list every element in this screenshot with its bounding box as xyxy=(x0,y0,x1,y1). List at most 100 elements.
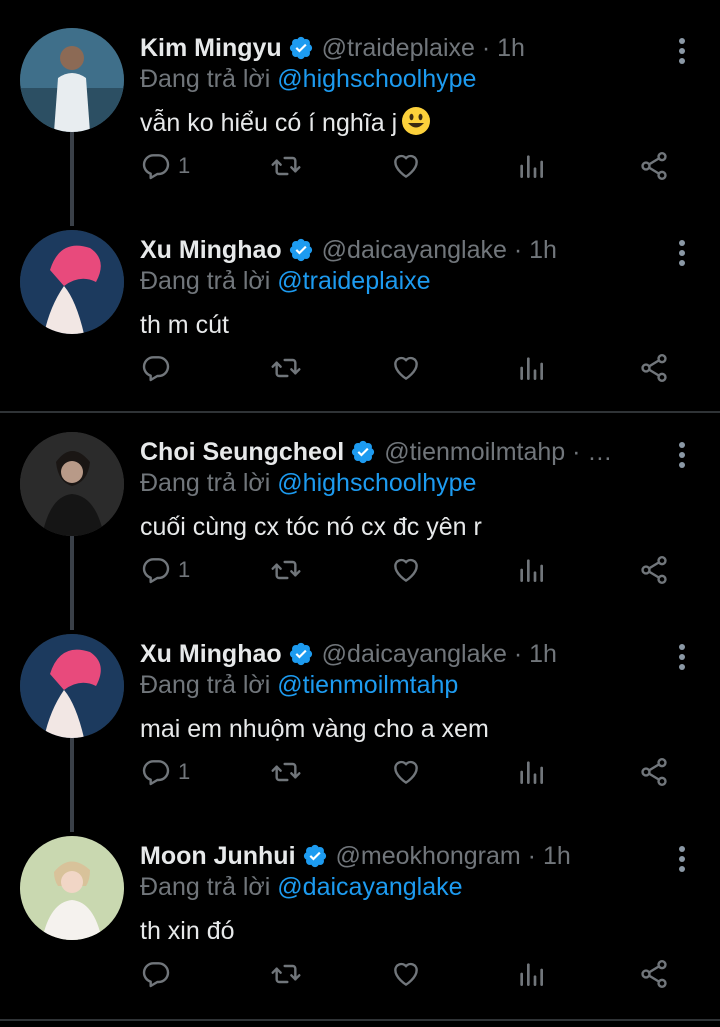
user-handle[interactable]: @tienmoilmtahp xyxy=(384,438,565,466)
share-button[interactable] xyxy=(638,348,670,388)
replying-prefix: Đang trả lời xyxy=(140,671,271,699)
like-button[interactable] xyxy=(390,954,422,994)
replying-to-link[interactable]: @daicayanglake xyxy=(277,873,462,901)
reply-button[interactable] xyxy=(140,954,178,994)
reply-icon xyxy=(140,352,172,384)
like-button[interactable] xyxy=(390,752,422,792)
replying-to-link[interactable]: @traideplaixe xyxy=(277,267,430,295)
more-icon[interactable] xyxy=(678,846,686,872)
divider xyxy=(0,1019,720,1021)
tweet-text: th m cút xyxy=(140,311,229,339)
user-handle[interactable]: @meokhongram xyxy=(336,842,521,870)
tweet-text-content: vẫn ko hiểu có í nghĩa j xyxy=(140,109,398,137)
divider xyxy=(0,411,720,413)
reply-icon xyxy=(140,554,172,586)
like-button[interactable] xyxy=(390,146,422,186)
tweet[interactable]: Xu Minghao @daicayanglake · 1h Đang trả l… xyxy=(0,230,720,410)
replying-to-link[interactable]: @tienmoilmtahp xyxy=(277,671,458,699)
verified-badge-icon xyxy=(288,641,314,667)
reply-count: 1 xyxy=(178,557,191,582)
timestamp[interactable]: · 1h xyxy=(514,640,557,668)
heart-icon xyxy=(390,554,422,586)
retweet-icon xyxy=(270,756,302,788)
avatar[interactable] xyxy=(20,28,124,132)
timestamp[interactable]: · 1h xyxy=(528,842,571,870)
timestamp[interactable]: · 1h xyxy=(482,34,525,62)
share-icon xyxy=(638,150,670,182)
avatar[interactable] xyxy=(20,432,124,536)
retweet-icon xyxy=(270,958,302,990)
share-icon xyxy=(638,958,670,990)
retweet-button[interactable] xyxy=(270,146,302,186)
reply-icon xyxy=(140,958,172,990)
display-name[interactable]: Xu Minghao xyxy=(140,236,282,264)
more-icon[interactable] xyxy=(678,644,686,670)
reply-button[interactable]: 1 xyxy=(140,550,190,590)
more-icon[interactable] xyxy=(678,38,686,64)
retweet-button[interactable] xyxy=(270,550,302,590)
retweet-button[interactable] xyxy=(270,752,302,792)
share-button[interactable] xyxy=(638,550,670,590)
tweet-actions: 1 xyxy=(140,550,680,590)
display-name[interactable]: Moon Junhui xyxy=(140,842,296,870)
verified-badge-icon xyxy=(302,843,328,869)
replying-to-link[interactable]: @highschoolhype xyxy=(277,469,476,497)
analytics-button[interactable] xyxy=(515,550,547,590)
tweet-text: vẫn ko hiểu có í nghĩa j xyxy=(140,106,431,140)
tweet[interactable]: Kim Mingyu @traideplaixe · 1h Đang trả lờ… xyxy=(0,28,720,208)
tweet[interactable]: Moon Junhui @meokhongram · 1h Đang trả lờ… xyxy=(0,836,720,1016)
share-button[interactable] xyxy=(638,146,670,186)
avatar[interactable] xyxy=(20,836,124,940)
retweet-icon xyxy=(270,150,302,182)
tweet-text: cuối cùng cx tóc nó cx đc yên r xyxy=(140,513,482,541)
tweet[interactable]: Xu Minghao @daicayanglake · 1h Đang trả l… xyxy=(0,634,720,814)
avatar[interactable] xyxy=(20,230,124,334)
display-name[interactable]: Choi Seungcheol xyxy=(140,438,344,466)
analytics-button[interactable] xyxy=(515,954,547,994)
retweet-icon xyxy=(270,352,302,384)
user-handle[interactable]: @daicayanglake xyxy=(322,236,507,264)
display-name[interactable]: Kim Mingyu xyxy=(140,34,282,62)
more-icon[interactable] xyxy=(678,240,686,266)
tweet[interactable]: Choi Seungcheol @tienmoilmtahp · … Đang t… xyxy=(0,432,720,612)
replying-to-link[interactable]: @highschoolhype xyxy=(277,65,476,93)
timestamp[interactable]: · … xyxy=(572,438,612,466)
avatar[interactable] xyxy=(20,634,124,738)
analytics-button[interactable] xyxy=(515,146,547,186)
timestamp[interactable]: · 1h xyxy=(514,236,557,264)
tweet-actions: 1 xyxy=(140,752,680,792)
user-handle[interactable]: @daicayanglake xyxy=(322,640,507,668)
like-button[interactable] xyxy=(390,348,422,388)
replying-prefix: Đang trả lời xyxy=(140,267,271,295)
replying-to: Đang trả lời @daicayanglake xyxy=(140,870,463,904)
more-icon[interactable] xyxy=(678,442,686,468)
reply-icon xyxy=(140,150,172,182)
share-icon xyxy=(638,554,670,586)
replying-to: Đang trả lời @highschoolhype xyxy=(140,62,476,96)
replying-to: Đang trả lời @highschoolhype xyxy=(140,466,476,500)
share-button[interactable] xyxy=(638,954,670,994)
reply-count: 1 xyxy=(178,759,191,784)
tweet-actions xyxy=(140,954,680,994)
replying-to: Đang trả lời @tienmoilmtahp xyxy=(140,668,458,702)
reply-button[interactable] xyxy=(140,348,178,388)
reply-button[interactable]: 1 xyxy=(140,752,190,792)
analytics-icon xyxy=(515,756,547,788)
analytics-icon xyxy=(515,958,547,990)
analytics-icon xyxy=(515,554,547,586)
heart-icon xyxy=(390,756,422,788)
verified-badge-icon xyxy=(350,439,376,465)
tweet-actions xyxy=(140,348,680,388)
heart-icon xyxy=(390,352,422,384)
retweet-button[interactable] xyxy=(270,348,302,388)
smiley-emoji-icon xyxy=(402,107,431,135)
share-button[interactable] xyxy=(638,752,670,792)
analytics-button[interactable] xyxy=(515,348,547,388)
analytics-icon xyxy=(515,352,547,384)
reply-button[interactable]: 1 xyxy=(140,146,190,186)
user-handle[interactable]: @traideplaixe xyxy=(322,34,475,62)
retweet-button[interactable] xyxy=(270,954,302,994)
analytics-button[interactable] xyxy=(515,752,547,792)
display-name[interactable]: Xu Minghao xyxy=(140,640,282,668)
like-button[interactable] xyxy=(390,550,422,590)
